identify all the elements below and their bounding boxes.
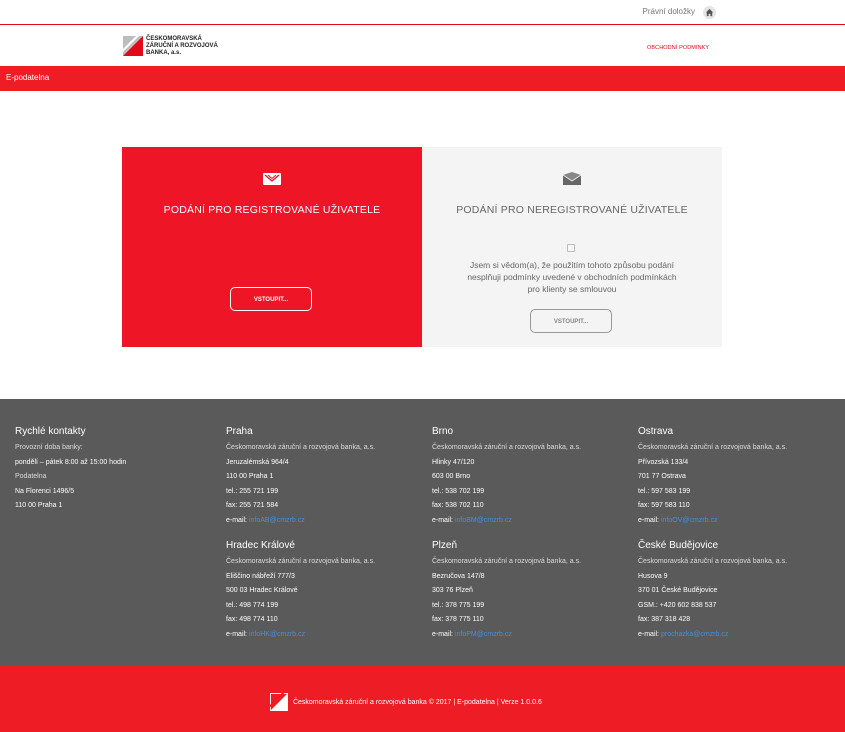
branch-heading: Ostrava <box>638 426 674 437</box>
branch-fax: fax: 498 774 110 <box>226 616 278 623</box>
consent-text: Jsem si vědom(a), že použitím tohoto způ… <box>447 259 697 295</box>
branch-tel: GSM.: +420 602 838 537 <box>638 601 717 609</box>
branch-ostrava: Ostrava Českomoravská záruční a rozvojov… <box>638 426 787 528</box>
email-label: e-mail: <box>432 516 454 524</box>
envelope-closed-icon <box>562 172 582 185</box>
copyright-text: Českomoravská záruční a rozvojová banka … <box>292 698 542 706</box>
consent-line3: pro klienty se smlouvou <box>527 284 617 294</box>
branch-email-link[interactable]: infoOV@cmzrb.cz <box>661 517 718 524</box>
branch-bank: Českomoravská záruční a rozvojová banka,… <box>432 558 582 565</box>
branch-street: Hlinky 47/120 <box>432 458 475 466</box>
consent-line2: nesplňuji podmínky uvedené v obchodních … <box>467 272 677 282</box>
email-label: e-mail: <box>226 630 248 638</box>
branch-heading: Brno <box>432 426 454 437</box>
header: ČESKOMORAVSKÁ ZÁRUČNÍ A ROZVOJOVÁ BANKA,… <box>0 25 845 66</box>
branch-tel: tel.: 597 583 199 <box>638 487 691 495</box>
unregistered-title: PODÁNÍ PRO NEREGISTROVANÉ UŽIVATELE <box>456 204 688 216</box>
quick-contacts: Rychlé kontakty Provozní doba banky: pon… <box>15 426 126 514</box>
branch-tel: tel.: 378 775 199 <box>432 601 485 609</box>
branch-tel: tel.: 498 774 199 <box>226 601 279 609</box>
bank-name-line2: ZÁRUČNÍ A ROZVOJOVÁ <box>146 43 218 49</box>
branch-plzen: Plzeň Českomoravská záruční a rozvojová … <box>432 540 581 642</box>
branch-hradec: Hradec Králové Českomoravská záruční a r… <box>226 540 375 642</box>
home-icon[interactable] <box>703 6 716 19</box>
bank-name-line1: ČESKOMORAVSKÁ <box>146 36 202 42</box>
consent-checkbox[interactable] <box>567 244 575 252</box>
email-label: e-mail: <box>432 630 454 638</box>
unregistered-enter-button[interactable]: VSTOUPIT... <box>530 309 612 333</box>
branch-street: Jeruzalémská 964/4 <box>226 458 289 466</box>
terms-link[interactable]: OBCHODNÍ PODMÍNKY <box>647 45 709 51</box>
branch-heading: Praha <box>226 426 253 437</box>
bank-name-line3: BANKA, a.s. <box>146 50 182 56</box>
branch-fax: fax: 255 721 584 <box>226 502 279 509</box>
branch-heading: Hradec Králové <box>226 540 295 551</box>
branch-city: 701 77 Ostrava <box>638 473 686 480</box>
branch-street: Bezručova 147/8 <box>432 572 485 580</box>
branch-bank: Českomoravská záruční a rozvojová banka,… <box>226 444 376 451</box>
registered-enter-button[interactable]: VSTOUPIT... <box>230 287 312 311</box>
branch-street: Husova 9 <box>638 572 668 580</box>
branch-tel: tel.: 255 721 199 <box>226 487 279 495</box>
branch-city: 603 00 Brno <box>432 473 471 480</box>
branch-heading: České Budějovice <box>638 540 719 551</box>
top-bar: Právní doložky <box>0 0 845 25</box>
branch-budejovice: České Budějovice Českomoravská záruční a… <box>638 540 787 642</box>
registry-street: Na Florenci 1496/5 <box>15 487 75 495</box>
branch-email-link[interactable]: infoPM@cmzrb.cz <box>455 631 512 638</box>
email-label: e-mail: <box>638 516 660 524</box>
bottom-bar: Českomoravská záruční a rozvojová banka … <box>0 666 845 732</box>
branch-fax: fax: 538 702 110 <box>432 502 484 509</box>
consent-line1: Jsem si vědom(a), že použitím tohoto způ… <box>469 260 675 270</box>
branch-heading: Plzeň <box>432 540 458 551</box>
nav-bar: E-podatelna <box>0 66 845 91</box>
opening-hours: pondělí – pátek 8:00 až 15:00 hodin <box>15 458 127 466</box>
opening-hours-label: Provozní doba banky: <box>15 444 83 451</box>
branch-city: 370 01 České Budějovice <box>638 587 718 594</box>
unregistered-panel: PODÁNÍ PRO NEREGISTROVANÉ UŽIVATELE Jsem… <box>422 147 722 347</box>
branch-tel: tel.: 538 702 199 <box>432 487 485 495</box>
email-label: e-mail: <box>226 516 248 524</box>
branch-bank: Českomoravská záruční a rozvojová banka,… <box>638 558 788 565</box>
nav-title[interactable]: E-podatelna <box>6 73 49 82</box>
branch-street: Přívozská 133/4 <box>638 458 689 466</box>
branch-brno: Brno Českomoravská záruční a rozvojová b… <box>432 426 581 528</box>
branch-email-link[interactable]: infoBM@cmzrb.cz <box>455 517 512 524</box>
branch-fax: fax: 597 583 110 <box>638 502 690 509</box>
envelope-open-icon <box>263 173 281 185</box>
footer: Rychlé kontakty Provozní doba banky: pon… <box>0 399 845 666</box>
branch-email-link[interactable]: prochazka@cmzrb.cz <box>661 631 728 638</box>
registry-label: Podatelna <box>15 473 47 480</box>
branch-city: 500 03 Hradec Králové <box>226 587 298 594</box>
branch-city: 303 76 Plzeň <box>432 587 473 594</box>
branch-email-link[interactable]: infoHK@cmzrb.cz <box>249 631 305 638</box>
branch-email-link[interactable]: infoAB@cmzrb.cz <box>249 517 305 524</box>
registry-city: 110 00 Praha 1 <box>15 502 63 509</box>
registered-title: PODÁNÍ PRO REGISTROVANÉ UŽIVATELE <box>163 204 381 216</box>
branch-street: Eliščino nábřeží 777/3 <box>226 572 295 580</box>
bank-name: ČESKOMORAVSKÁ ZÁRUČNÍ A ROZVOJOVÁ BANKA,… <box>146 36 266 57</box>
logo-mark-icon <box>123 36 143 56</box>
email-label: e-mail: <box>638 630 660 638</box>
branch-fax: fax: 387 318 428 <box>638 616 691 623</box>
branch-bank: Českomoravská záruční a rozvojová banka,… <box>432 444 582 451</box>
branch-bank: Českomoravská záruční a rozvojová banka,… <box>226 558 376 565</box>
branch-fax: fax: 378 775 110 <box>432 616 484 623</box>
branch-city: 110 00 Praha 1 <box>226 473 274 480</box>
legal-notices-link[interactable]: Právní doložky <box>643 7 695 16</box>
branch-praha: Praha Českomoravská záruční a rozvojová … <box>226 426 375 528</box>
branch-bank: Českomoravská záruční a rozvojová banka,… <box>638 444 788 451</box>
quick-contacts-heading: Rychlé kontakty <box>15 426 86 437</box>
copyright: Českomoravská záruční a rozvojová banka … <box>270 693 542 711</box>
registered-panel: PODÁNÍ PRO REGISTROVANÉ UŽIVATELE VSTOUP… <box>122 147 422 347</box>
logo-mark-icon <box>270 693 288 711</box>
